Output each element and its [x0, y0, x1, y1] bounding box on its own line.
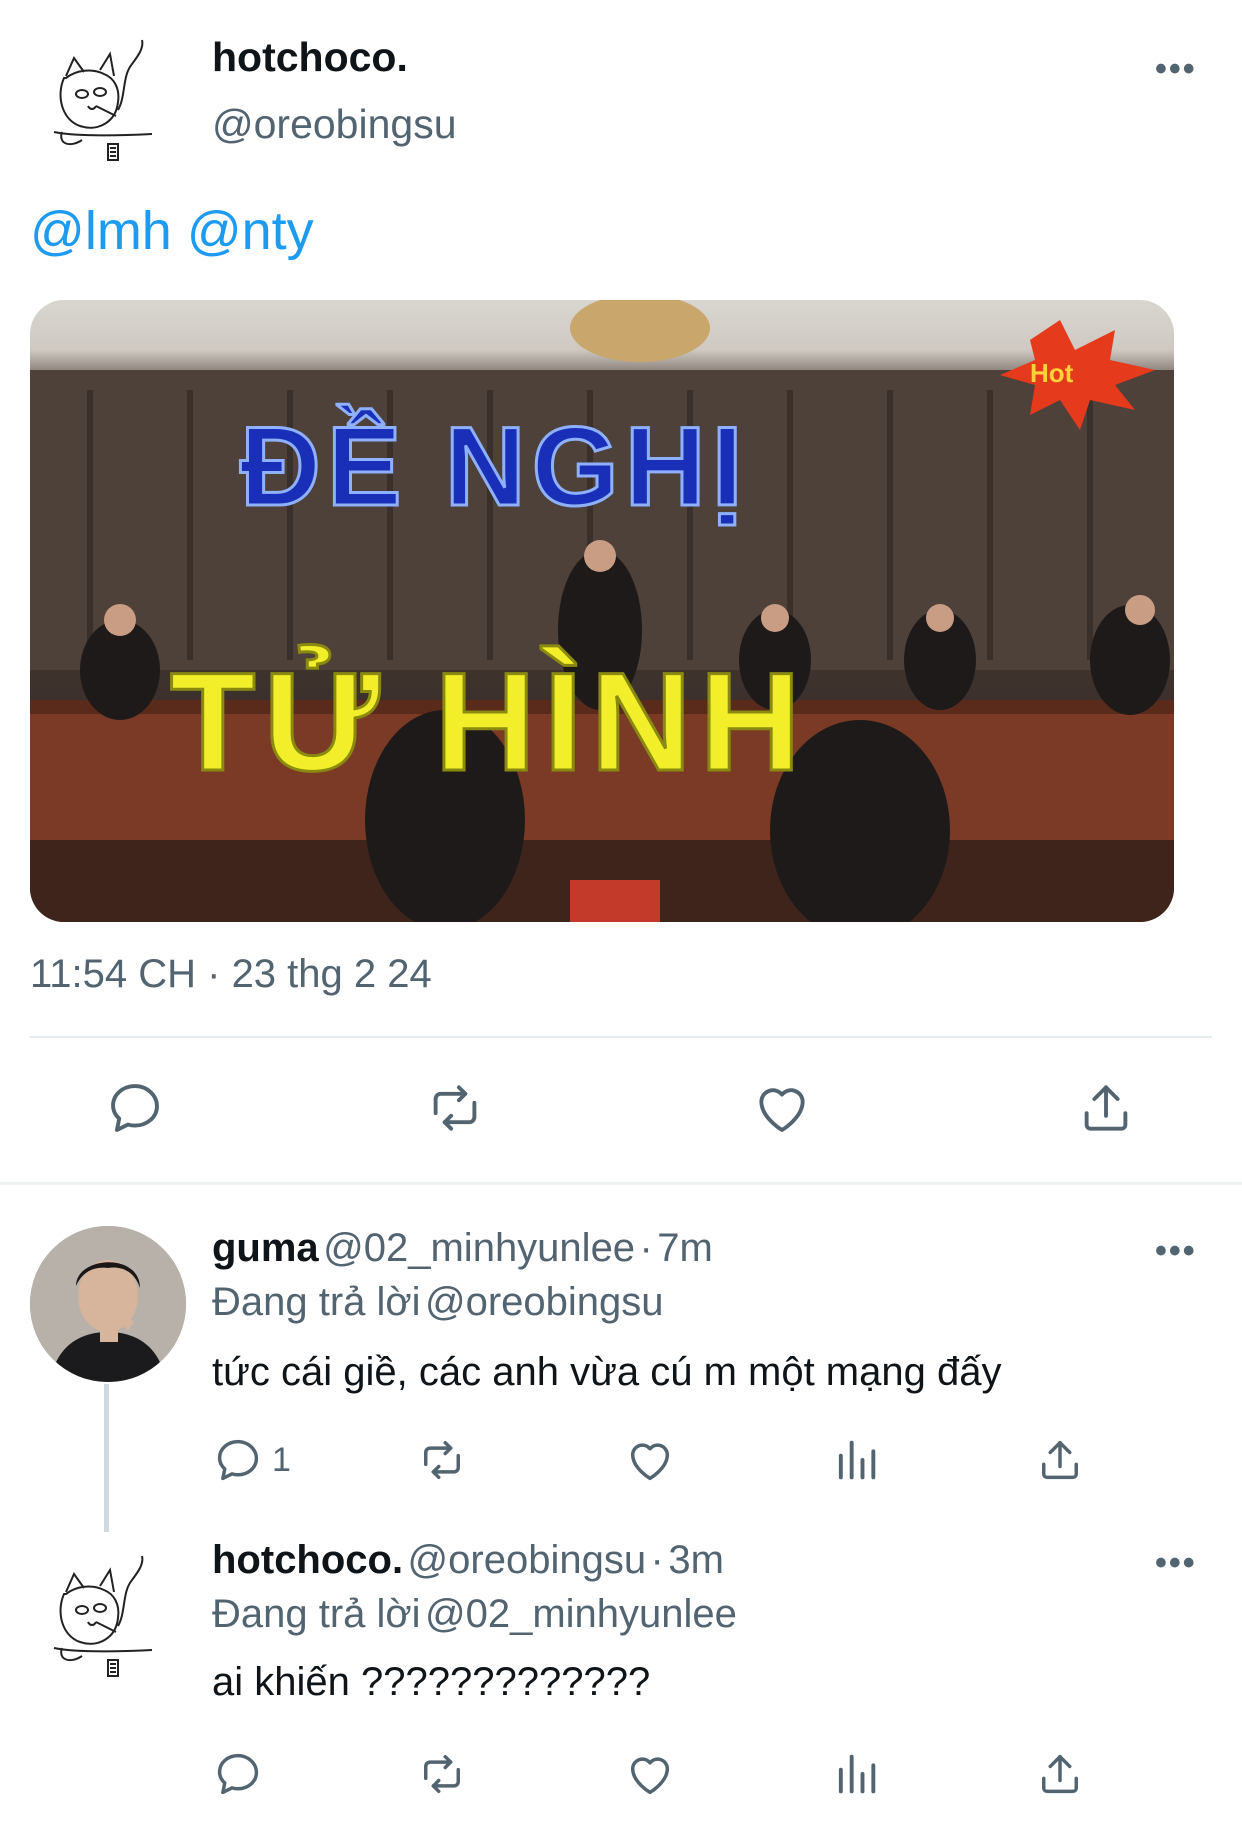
reply-author-handle[interactable]: @02_minhyunlee — [323, 1226, 635, 1270]
tweet-text-mentions[interactable]: @lmh @nty — [30, 200, 314, 262]
retweet-icon — [424, 1440, 460, 1480]
thread-connector-line — [104, 1384, 109, 1532]
views-button[interactable] — [830, 1748, 882, 1805]
reply-icon — [111, 1084, 159, 1132]
separator-dot: · — [650, 1538, 664, 1582]
replying-to-label: Đang trả lời — [212, 1592, 421, 1636]
like-icon — [630, 1757, 670, 1795]
like-button[interactable] — [751, 1077, 813, 1144]
share-icon — [1084, 1085, 1128, 1131]
reply-icon — [217, 1439, 259, 1481]
reply-count: 1 — [272, 1440, 291, 1479]
hot-badge-text: Hot — [1030, 358, 1074, 388]
author-handle[interactable]: @oreobingsu — [212, 101, 457, 148]
cat-drawing-avatar-icon — [53, 1555, 153, 1677]
replying-to-mention[interactable]: @02_minhyunlee — [425, 1592, 737, 1636]
reply-author-handle[interactable]: @oreobingsu — [408, 1538, 647, 1582]
reply-text: ai khiến ????????????? — [212, 1660, 651, 1704]
like-button[interactable] — [624, 1434, 676, 1491]
retweet-button[interactable] — [424, 1077, 486, 1144]
courtroom-meme-image: Hot ĐỀ NGHỊ TỬ HÌNH — [30, 300, 1174, 922]
share-icon — [1042, 1754, 1078, 1794]
views-icon — [838, 1754, 876, 1794]
tweet-timestamp[interactable]: 11:54 CH · 23 thg 2 24 — [30, 952, 432, 997]
meme-caption-line2: TỬ HÌNH — [170, 643, 809, 800]
reply-icon — [217, 1753, 259, 1795]
views-icon — [838, 1440, 876, 1480]
like-icon — [630, 1443, 670, 1481]
reply-time[interactable]: 3m — [668, 1538, 724, 1582]
user-photo-avatar — [30, 1226, 186, 1382]
replying-to-mention[interactable]: @oreobingsu — [425, 1280, 664, 1324]
section-divider — [0, 1182, 1242, 1185]
retweet-icon — [424, 1754, 460, 1794]
reply-author-name[interactable]: hotchoco. — [212, 1538, 403, 1582]
retweet-button[interactable] — [416, 1434, 468, 1491]
reply-header: hotchoco. @oreobingsu · 3m — [212, 1538, 724, 1583]
more-options-icon[interactable]: ••• — [1155, 50, 1197, 89]
retweet-icon — [433, 1085, 477, 1131]
replying-to-label: Đang trả lời — [212, 1280, 421, 1324]
more-options-icon[interactable]: ••• — [1155, 1232, 1197, 1271]
reply-avatar[interactable] — [30, 1226, 186, 1382]
reply-button[interactable] — [212, 1748, 264, 1805]
reply-author-name[interactable]: guma — [212, 1226, 319, 1270]
more-options-icon[interactable]: ••• — [1155, 1544, 1197, 1583]
separator-dot: · — [639, 1226, 653, 1270]
tweet-media-image[interactable]: Hot ĐỀ NGHỊ TỬ HÌNH — [30, 300, 1174, 922]
divider — [30, 1036, 1212, 1038]
like-button[interactable] — [624, 1748, 676, 1805]
views-button[interactable] — [830, 1434, 882, 1491]
reply-time[interactable]: 7m — [657, 1226, 713, 1270]
reply-header: guma @02_minhyunlee · 7m — [212, 1226, 713, 1271]
reply-avatar[interactable] — [52, 1552, 170, 1686]
cat-drawing-avatar-icon — [53, 39, 153, 161]
replying-to-line: Đang trả lời @oreobingsu — [212, 1280, 664, 1325]
reply-button[interactable]: 1 — [212, 1434, 291, 1486]
reply-button[interactable] — [104, 1077, 166, 1144]
share-icon — [1042, 1440, 1078, 1480]
author-avatar[interactable] — [52, 36, 170, 170]
share-button[interactable] — [1034, 1748, 1086, 1805]
meme-caption-line1: ĐỀ NGHỊ — [240, 404, 749, 529]
author-name[interactable]: hotchoco. — [212, 34, 408, 81]
like-icon — [759, 1088, 805, 1132]
share-button[interactable] — [1034, 1434, 1086, 1491]
retweet-button[interactable] — [416, 1748, 468, 1805]
replying-to-line: Đang trả lời @02_minhyunlee — [212, 1592, 737, 1637]
reply-text: tức cái giề, các anh vừa cú m một mạng đ… — [212, 1350, 1002, 1394]
share-button[interactable] — [1075, 1077, 1137, 1144]
